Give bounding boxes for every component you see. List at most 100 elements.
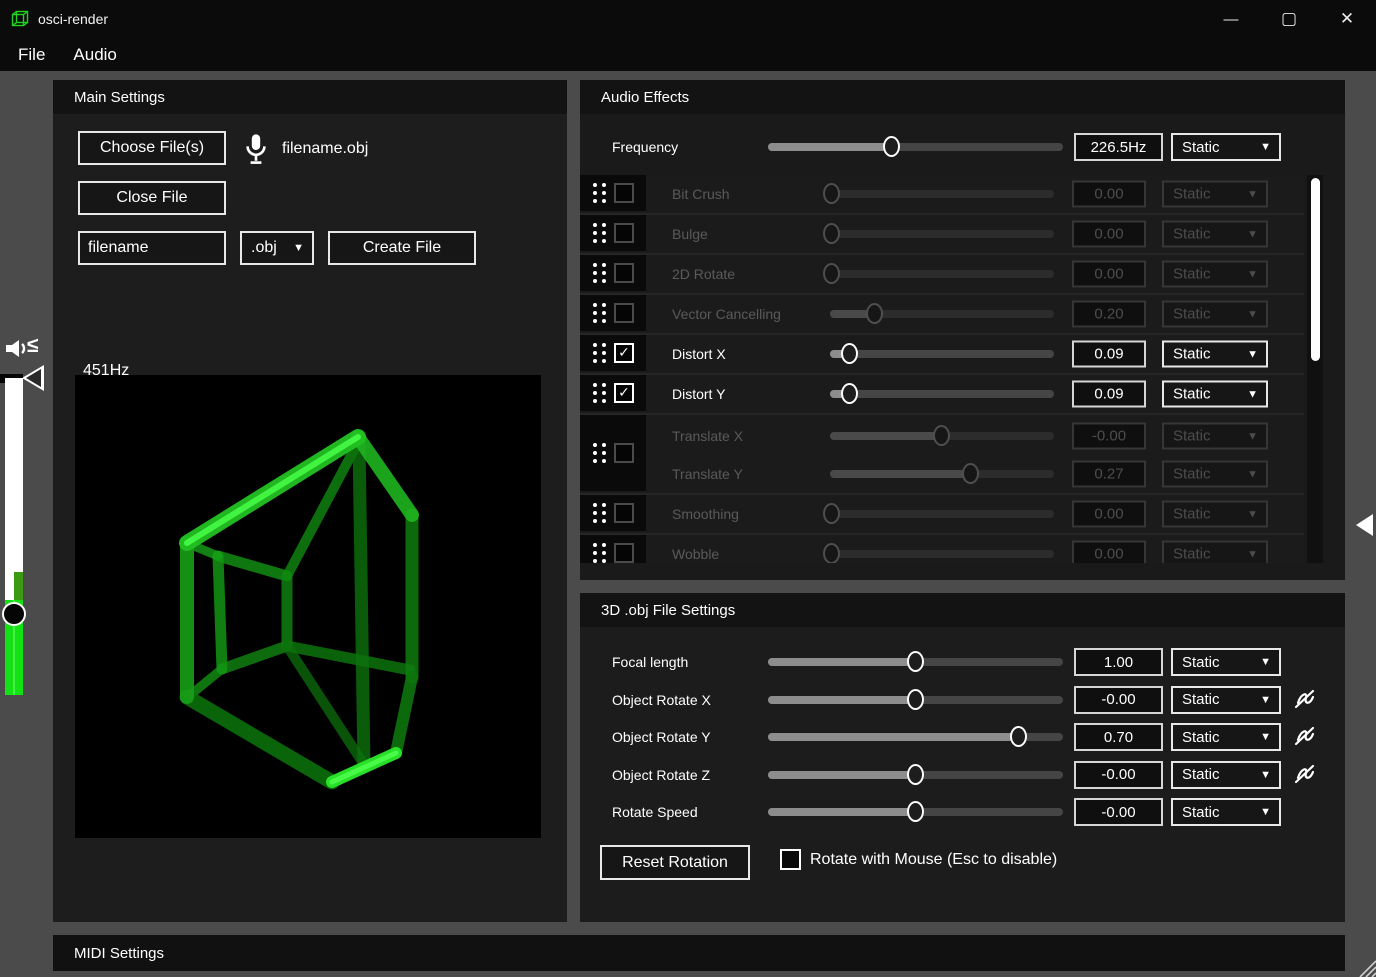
drag-handle-icon[interactable] — [593, 223, 606, 243]
mode-dropdown[interactable]: Static▼ — [1162, 261, 1268, 288]
microphone-icon[interactable] — [241, 132, 271, 168]
effect-checkbox[interactable]: ✓ — [614, 343, 634, 363]
value-box[interactable]: -0.00 — [1074, 686, 1163, 714]
slider-thumb[interactable] — [866, 303, 883, 324]
create-file-button[interactable]: Create File — [328, 231, 476, 265]
slider[interactable] — [830, 301, 1054, 327]
value-box[interactable]: 0.00 — [1072, 541, 1146, 564]
value-box[interactable]: 0.00 — [1072, 261, 1146, 288]
value-box[interactable]: 0.00 — [1072, 501, 1146, 528]
mode-dropdown[interactable]: Static▼ — [1171, 761, 1281, 789]
slider[interactable] — [830, 181, 1054, 207]
slider-thumb[interactable] — [841, 383, 858, 404]
slider-thumb[interactable] — [823, 263, 840, 284]
choose-files-button[interactable]: Choose File(s) — [78, 131, 226, 165]
slider-track[interactable] — [830, 350, 1054, 358]
value-box[interactable]: -0.00 — [1074, 798, 1163, 826]
value-box[interactable]: 0.70 — [1074, 723, 1163, 751]
effect-checkbox[interactable]: ✓ — [614, 383, 634, 403]
slider-track[interactable] — [830, 550, 1054, 558]
mode-dropdown[interactable]: Static▼ — [1162, 181, 1268, 208]
value-box[interactable]: -0.00 — [1072, 423, 1146, 450]
slider[interactable] — [768, 649, 1063, 675]
animate-value-icon[interactable] — [1293, 725, 1317, 749]
menu-audio[interactable]: Audio — [63, 45, 126, 65]
slider-thumb[interactable] — [823, 183, 840, 204]
value-box[interactable]: 0.00 — [1072, 221, 1146, 248]
slider-thumb[interactable] — [907, 689, 924, 710]
collapse-panel-arrow-icon[interactable] — [1356, 514, 1373, 536]
slider-thumb[interactable] — [823, 543, 840, 563]
minimize-button[interactable]: — — [1202, 0, 1260, 38]
effects-scrollbar-thumb[interactable] — [1311, 178, 1320, 361]
slider-track[interactable] — [830, 390, 1054, 398]
slider[interactable] — [830, 461, 1054, 487]
slider[interactable] — [830, 381, 1054, 407]
drag-handle-icon[interactable] — [593, 383, 606, 403]
value-box[interactable]: 0.27 — [1072, 461, 1146, 488]
mode-dropdown[interactable]: Static▼ — [1162, 501, 1268, 528]
slider-track[interactable] — [830, 270, 1054, 278]
mode-dropdown[interactable]: Static▼ — [1171, 686, 1281, 714]
volume-thumb[interactable] — [2, 602, 26, 626]
slider-thumb[interactable] — [1010, 726, 1027, 747]
value-box[interactable]: -0.00 — [1074, 761, 1163, 789]
mode-dropdown[interactable]: Static▼ — [1162, 301, 1268, 328]
maximize-button[interactable]: ▢ — [1260, 0, 1318, 38]
effect-checkbox[interactable] — [614, 543, 634, 563]
file-extension-dropdown[interactable]: .obj▼ — [240, 231, 314, 265]
mode-dropdown[interactable]: Static▼ — [1162, 341, 1268, 368]
slider[interactable] — [830, 341, 1054, 367]
slider[interactable] — [768, 134, 1063, 160]
effects-scrollbar-track[interactable] — [1307, 175, 1323, 563]
value-box[interactable]: 0.20 — [1072, 301, 1146, 328]
slider[interactable] — [830, 541, 1054, 563]
drag-handle-icon[interactable] — [593, 263, 606, 283]
drag-handle-icon[interactable] — [593, 303, 606, 323]
slider-thumb[interactable] — [823, 503, 840, 524]
drag-handle-icon[interactable] — [593, 343, 606, 363]
mode-dropdown[interactable]: Static▼ — [1162, 423, 1268, 450]
animate-value-icon[interactable] — [1293, 763, 1317, 787]
menu-file[interactable]: File — [8, 45, 55, 65]
slider[interactable] — [830, 261, 1054, 287]
close-file-button[interactable]: Close File — [78, 181, 226, 215]
slider-thumb[interactable] — [907, 801, 924, 822]
slider-track[interactable] — [830, 190, 1054, 198]
slider[interactable] — [768, 799, 1063, 825]
slider-thumb[interactable] — [933, 425, 950, 446]
slider-track[interactable] — [830, 230, 1054, 238]
close-button[interactable]: ✕ — [1318, 0, 1376, 38]
filename-input[interactable]: filename — [78, 231, 226, 265]
mode-dropdown[interactable]: Static▼ — [1162, 541, 1268, 564]
reset-rotation-button[interactable]: Reset Rotation — [600, 845, 750, 880]
value-box[interactable]: 0.09 — [1072, 341, 1146, 368]
mode-dropdown[interactable]: Static▼ — [1171, 798, 1281, 826]
animate-value-icon[interactable] — [1293, 688, 1317, 712]
slider-thumb[interactable] — [907, 764, 924, 785]
slider-thumb[interactable] — [823, 223, 840, 244]
mode-dropdown[interactable]: Static▼ — [1171, 723, 1281, 751]
mode-dropdown[interactable]: Static▼ — [1162, 221, 1268, 248]
effect-checkbox[interactable] — [614, 183, 634, 203]
value-box[interactable]: 0.00 — [1072, 181, 1146, 208]
mode-dropdown[interactable]: Static▼ — [1162, 381, 1268, 408]
rotate-with-mouse-checkbox[interactable] — [780, 849, 801, 870]
slider-track[interactable] — [830, 510, 1054, 518]
value-box[interactable]: 1.00 — [1074, 648, 1163, 676]
resize-grip-icon[interactable] — [1350, 951, 1376, 977]
effect-checkbox[interactable] — [614, 303, 634, 323]
slider[interactable] — [768, 687, 1063, 713]
mode-dropdown[interactable]: Static▼ — [1171, 648, 1281, 676]
drag-handle-icon[interactable] — [593, 503, 606, 523]
effect-checkbox[interactable] — [614, 503, 634, 523]
effect-checkbox[interactable] — [614, 223, 634, 243]
drag-handle-icon[interactable] — [593, 543, 606, 563]
value-box[interactable]: 0.09 — [1072, 381, 1146, 408]
slider[interactable] — [830, 501, 1054, 527]
slider[interactable] — [830, 221, 1054, 247]
slider-thumb[interactable] — [841, 343, 858, 364]
midi-settings-panel[interactable]: MIDI Settings — [53, 935, 1345, 971]
mode-dropdown[interactable]: Static▼ — [1162, 461, 1268, 488]
volume-top-marker[interactable] — [22, 365, 44, 391]
